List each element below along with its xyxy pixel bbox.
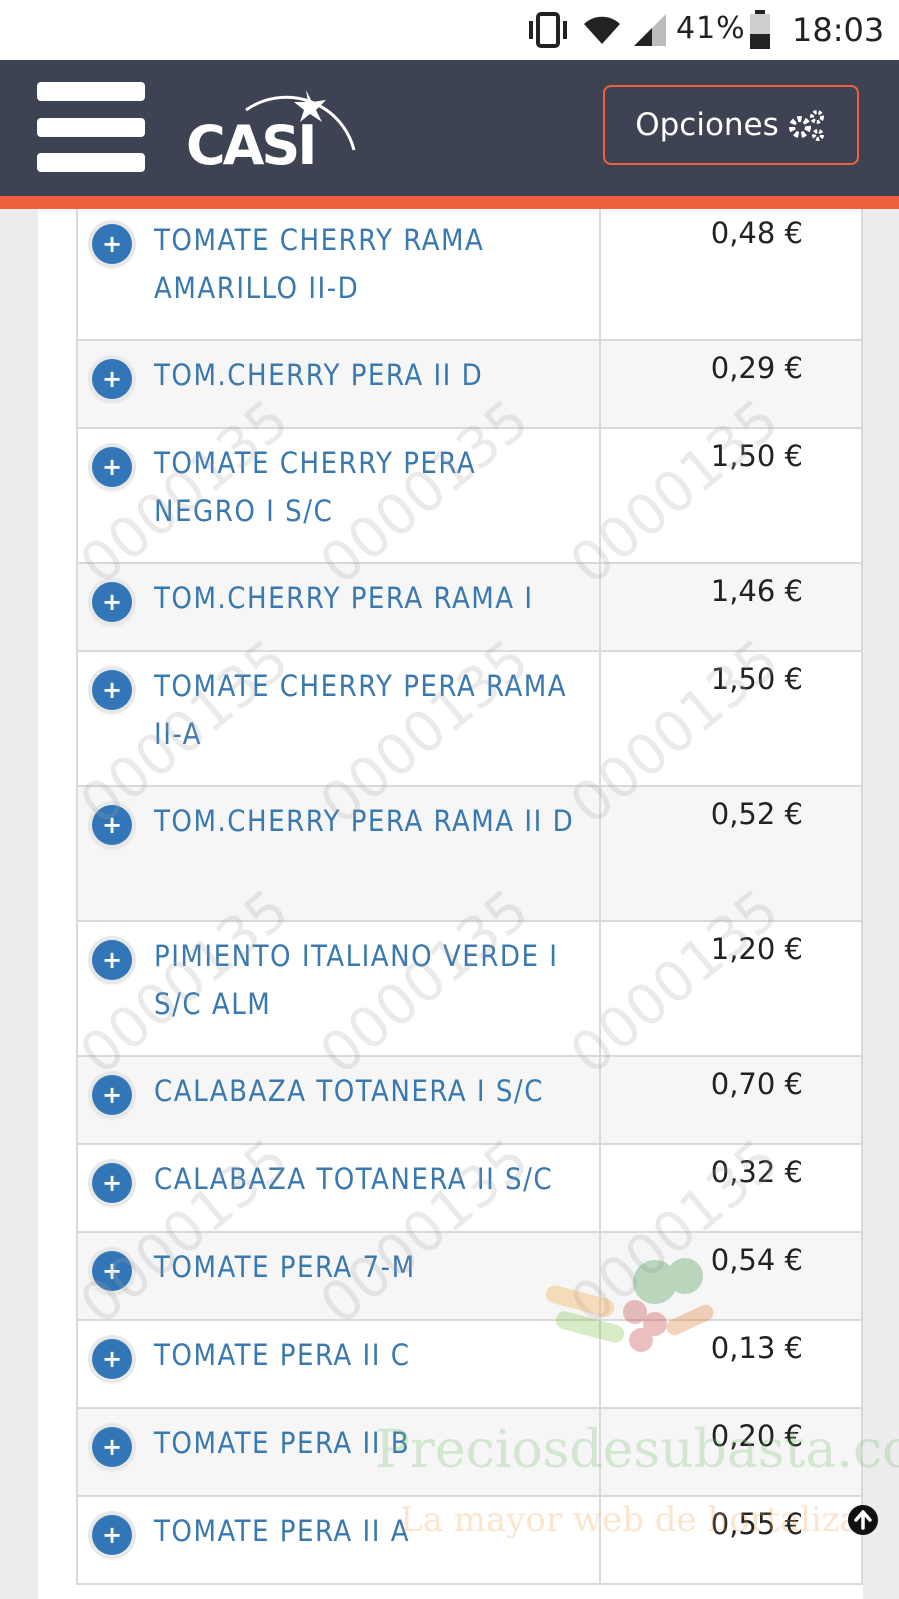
- product-price: 0,29 €: [710, 351, 803, 385]
- table-row: + TOMATE PERA II B 0,20 €: [76, 1409, 863, 1497]
- expand-button[interactable]: +: [92, 1427, 132, 1467]
- product-price: 0,48 €: [710, 216, 803, 250]
- product-price: 0,32 €: [710, 1155, 803, 1189]
- table-row: + CALABAZA TOTANERA I S/C 0,70 €: [76, 1057, 863, 1145]
- table-row: + TOMATE PERA 7-M 0,54 €: [76, 1233, 863, 1321]
- product-name: CALABAZA TOTANERA I S/C: [154, 1074, 544, 1108]
- product-cell: + PIMIENTO ITALIANO VERDE I S/C ALM: [78, 922, 601, 1055]
- status-bar: 41% 18:03: [0, 0, 899, 60]
- product-price: 0,20 €: [710, 1419, 803, 1453]
- product-name: TOMATE PERA II B: [154, 1426, 411, 1460]
- svg-text:CASI: CASI: [186, 114, 314, 176]
- product-name: TOMATE PERA II C: [154, 1338, 411, 1372]
- product-name: TOMATE CHERRY RAMA AMARILLO II-D: [154, 223, 485, 305]
- product-cell: + TOMATE CHERRY RAMA AMARILLO II-D: [78, 209, 601, 339]
- expand-button[interactable]: +: [92, 447, 132, 487]
- expand-button[interactable]: +: [92, 1251, 132, 1291]
- prices-card: + TOMATE CHERRY RAMA AMARILLO II-D 0,48 € +…: [38, 209, 863, 1599]
- product-price: 1,46 €: [710, 574, 803, 608]
- table-row: + TOM.CHERRY PERA RAMA II D 0,52 €: [76, 787, 863, 922]
- options-button[interactable]: Opciones: [603, 85, 859, 165]
- expand-button[interactable]: +: [92, 940, 132, 980]
- product-name: TOMATE CHERRY PERA NEGRO I S/C: [154, 446, 477, 528]
- table-row: + TOMATE PERA II C 0,13 €: [76, 1321, 863, 1409]
- product-price: 0,55 €: [710, 1507, 803, 1541]
- expand-button[interactable]: +: [92, 359, 132, 399]
- expand-button[interactable]: +: [92, 1075, 132, 1115]
- product-price: 1,50 €: [710, 662, 803, 696]
- product-cell: + TOMATE PERA 7-M: [78, 1233, 601, 1319]
- scroll-top-button[interactable]: [848, 1505, 878, 1535]
- product-cell: + TOMATE PERA II C: [78, 1321, 601, 1407]
- table-row: + TOM.CHERRY PERA II D 0,29 €: [76, 341, 863, 429]
- product-name: TOMATE CHERRY PERA RAMA II-A: [154, 669, 568, 751]
- product-cell: + TOMATE CHERRY PERA RAMA II-A: [78, 652, 601, 785]
- product-price: 0,54 €: [710, 1243, 803, 1277]
- menu-button[interactable]: [37, 82, 145, 172]
- expand-button[interactable]: +: [92, 670, 132, 710]
- product-price: 0,52 €: [710, 797, 803, 831]
- product-name: CALABAZA TOTANERA II S/C: [154, 1162, 554, 1196]
- battery-icon: [750, 10, 770, 49]
- expand-button[interactable]: +: [92, 1163, 132, 1203]
- app-header: CASI Opciones: [0, 60, 899, 196]
- product-cell: + TOM.CHERRY PERA II D: [78, 341, 601, 427]
- product-cell: + TOMATE PERA II A: [78, 1497, 601, 1583]
- table-row: + TOMATE CHERRY PERA NEGRO I S/C 1,50 €: [76, 429, 863, 564]
- product-cell: + TOMATE CHERRY PERA NEGRO I S/C: [78, 429, 601, 562]
- product-price: 1,20 €: [710, 932, 803, 966]
- product-cell: + TOM.CHERRY PERA RAMA II D: [78, 787, 601, 920]
- expand-button[interactable]: +: [92, 1515, 132, 1555]
- vibrate-icon: [529, 12, 567, 48]
- expand-button[interactable]: +: [92, 582, 132, 622]
- expand-button[interactable]: +: [92, 805, 132, 845]
- table-row: + TOMATE CHERRY RAMA AMARILLO II-D 0,48 €: [76, 209, 863, 341]
- table-row: + TOMATE CHERRY PERA RAMA II-A 1,50 €: [76, 652, 863, 787]
- arrow-up-icon: [854, 1510, 872, 1530]
- product-name: TOMATE PERA 7-M: [154, 1250, 416, 1284]
- price-table: + TOMATE CHERRY RAMA AMARILLO II-D 0,48 € +…: [76, 209, 863, 1585]
- table-row: + TOMATE PERA II A 0,55 €: [76, 1497, 863, 1585]
- battery-percent: 41%: [676, 11, 746, 46]
- product-cell: + TOM.CHERRY PERA RAMA I: [78, 564, 601, 650]
- clock: 18:03: [792, 11, 885, 49]
- expand-button[interactable]: +: [92, 1339, 132, 1379]
- table-row: + PIMIENTO ITALIANO VERDE I S/C ALM 1,20 €: [76, 922, 863, 1057]
- product-name: PIMIENTO ITALIANO VERDE I S/C ALM: [154, 939, 559, 1021]
- gears-icon: [788, 110, 824, 141]
- header-accent-line: [0, 196, 899, 209]
- product-name: TOM.CHERRY PERA II D: [154, 358, 484, 392]
- wifi-icon: [584, 16, 620, 44]
- product-cell: + CALABAZA TOTANERA I S/C: [78, 1057, 601, 1143]
- product-price: 0,70 €: [710, 1067, 803, 1101]
- casi-logo: CASI: [186, 90, 356, 176]
- product-price: 0,13 €: [710, 1331, 803, 1365]
- product-price: 1,50 €: [710, 439, 803, 473]
- expand-button[interactable]: +: [92, 224, 132, 264]
- signal-icon: [634, 14, 666, 46]
- table-row: + CALABAZA TOTANERA II S/C 0,32 €: [76, 1145, 863, 1233]
- product-cell: + CALABAZA TOTANERA II S/C: [78, 1145, 601, 1231]
- options-label: Opciones: [635, 107, 779, 143]
- product-name: TOM.CHERRY PERA RAMA II D: [154, 804, 575, 838]
- product-cell: + TOMATE PERA II B: [78, 1409, 601, 1495]
- table-row: + TOM.CHERRY PERA RAMA I 1,46 €: [76, 564, 863, 652]
- product-name: TOMATE PERA II A: [154, 1514, 411, 1548]
- product-name: TOM.CHERRY PERA RAMA I: [154, 581, 534, 615]
